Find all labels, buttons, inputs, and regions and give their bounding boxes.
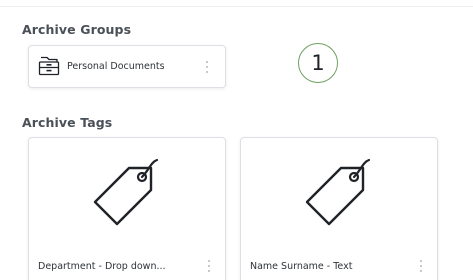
group-more-options-icon[interactable] — [206, 61, 209, 73]
archive-tags-title: Archive Tags — [22, 115, 113, 130]
archive-tag-label: Name Surname - Text — [250, 261, 353, 272]
file-cabinet-icon — [38, 56, 60, 76]
tag-more-options-icon[interactable] — [420, 260, 423, 272]
archive-group-label: Personal Documents — [67, 61, 165, 72]
archive-tag-card[interactable]: Department - Drop down... — [28, 137, 226, 280]
archive-tag-label: Department - Drop down... — [38, 261, 166, 272]
tag-more-options-icon[interactable] — [208, 260, 211, 272]
archive-groups-title: Archive Groups — [22, 22, 132, 37]
archive-tag-card[interactable]: Name Surname - Text — [240, 137, 438, 280]
step-number-badge: 1 — [298, 43, 338, 83]
archive-group-card[interactable]: Personal Documents — [28, 45, 226, 88]
top-divider — [0, 6, 473, 7]
tag-icon — [305, 158, 371, 226]
tag-icon — [93, 158, 159, 226]
archive-page: Archive Groups Personal Documents 1 Arch… — [0, 0, 473, 280]
